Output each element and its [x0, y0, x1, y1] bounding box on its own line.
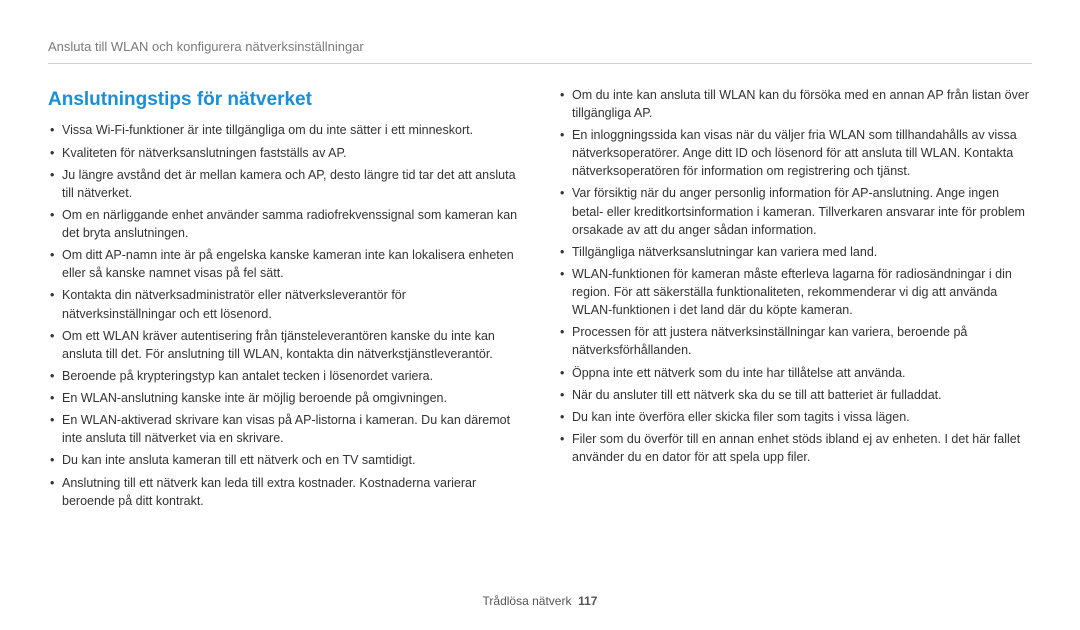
list-item: En WLAN-aktiverad skrivare kan visas på … — [48, 411, 522, 447]
list-item: Var försiktig när du anger personlig inf… — [558, 184, 1032, 238]
left-bullet-list: Vissa Wi-Fi-funktioner är inte tillgängl… — [48, 121, 522, 509]
list-item: Om en närliggande enhet använder samma r… — [48, 206, 522, 242]
list-item: Tillgängliga nätverksanslutningar kan va… — [558, 243, 1032, 261]
list-item: En WLAN-anslutning kanske inte är möjlig… — [48, 389, 522, 407]
list-item: När du ansluter till ett nätverk ska du … — [558, 386, 1032, 404]
list-item: WLAN-funktionen för kameran måste efterl… — [558, 265, 1032, 319]
list-item: Kontakta din nätverksadministratör eller… — [48, 286, 522, 322]
list-item: Om ditt AP-namn inte är på engelska kans… — [48, 246, 522, 282]
list-item: Du kan inte överföra eller skicka filer … — [558, 408, 1032, 426]
list-item: Om ett WLAN kräver autentisering från tj… — [48, 327, 522, 363]
right-column: Om du inte kan ansluta till WLAN kan du … — [558, 86, 1032, 514]
list-item: Vissa Wi-Fi-funktioner är inte tillgängl… — [48, 121, 522, 139]
list-item: Ju längre avstånd det är mellan kamera o… — [48, 166, 522, 202]
list-item: Filer som du överför till en annan enhet… — [558, 430, 1032, 466]
list-item: Om du inte kan ansluta till WLAN kan du … — [558, 86, 1032, 122]
content-columns: Anslutningstips för nätverket Vissa Wi-F… — [48, 86, 1032, 514]
list-item: Anslutning till ett nätverk kan leda til… — [48, 474, 522, 510]
list-item: Öppna inte ett nätverk som du inte har t… — [558, 364, 1032, 382]
list-item: Beroende på krypteringstyp kan antalet t… — [48, 367, 522, 385]
left-column: Anslutningstips för nätverket Vissa Wi-F… — [48, 86, 522, 514]
page-number: 117 — [578, 594, 597, 608]
section-title: Anslutningstips för nätverket — [48, 86, 522, 114]
list-item: Processen för att justera nätverksinstäl… — [558, 323, 1032, 359]
breadcrumb: Ansluta till WLAN och konfigurera nätver… — [48, 38, 1032, 64]
page-footer: Trådlösa nätverk 117 — [0, 593, 1080, 610]
list-item: Du kan inte ansluta kameran till ett nät… — [48, 451, 522, 469]
list-item: En inloggningssida kan visas när du välj… — [558, 126, 1032, 180]
list-item: Kvaliteten för nätverksanslutningen fast… — [48, 144, 522, 162]
right-bullet-list: Om du inte kan ansluta till WLAN kan du … — [558, 86, 1032, 466]
footer-label: Trådlösa nätverk — [483, 594, 572, 608]
